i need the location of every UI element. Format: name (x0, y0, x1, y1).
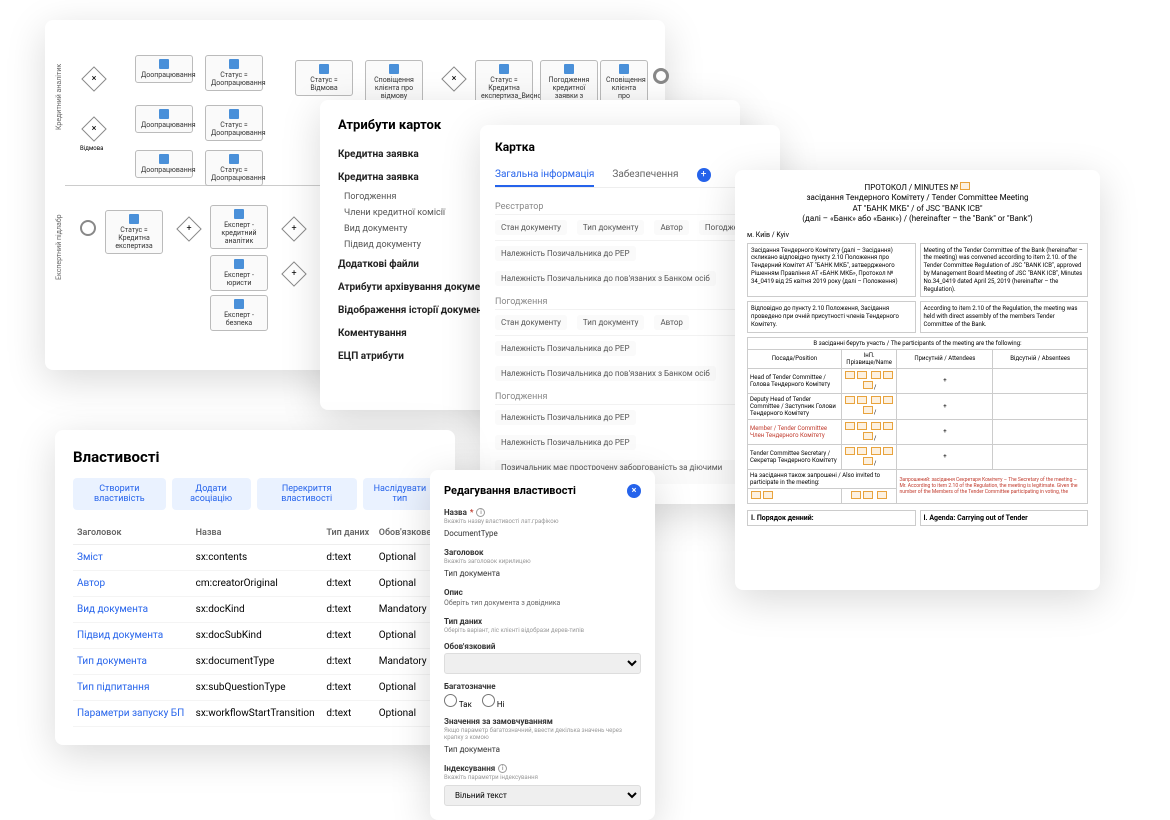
edit-property-dialog: Редагування властивості× Назва*i Вкажіть… (430, 470, 655, 820)
name-value: DocumentType (444, 527, 641, 540)
table-row: Змістsx:contentsd:textOptional (73, 545, 437, 571)
diagram-node: Статус = Доопрацювання (205, 55, 263, 91)
add-tab-button[interactable]: + (697, 168, 711, 182)
panel-title: Картка (495, 140, 765, 154)
protocol-text-en: According to item 2.10 of the Regulation… (920, 301, 1089, 332)
gateway-label: Відмова (80, 145, 103, 152)
group-label: Реєстратор (495, 196, 765, 214)
table-row: Тип документаsx:documentTyped:textMandat… (73, 649, 437, 675)
card-field[interactable]: Автор (654, 220, 688, 235)
inherit-type-button[interactable]: Наслідувати тип (363, 478, 437, 510)
radio-no[interactable] (482, 694, 495, 707)
multi-radio-group: Так Ні (444, 694, 641, 709)
table-row: Tender Committee Secretary / Секретар Те… (748, 444, 1088, 469)
participants-table: В засіданні беруть участь / The particip… (747, 337, 1088, 504)
properties-table: ЗаголовокНазваТип данихОбов'язкове Зміст… (73, 522, 437, 727)
protocol-text-ua: Засідання Тендерного Комітету (далі – За… (747, 243, 916, 298)
diagram-node: Статус = Кредитна експертиза (105, 210, 163, 254)
header-value: Тип документа (444, 567, 641, 580)
end-event (653, 68, 669, 84)
index-select[interactable]: Вільний текст (444, 785, 641, 806)
protocol-document: ПРОТОКОЛ / MINUTES № засідання Тендерног… (735, 170, 1100, 590)
info-icon: i (498, 764, 507, 773)
default-value: Тип документа (444, 743, 641, 756)
gateway: × (81, 66, 106, 91)
card-field[interactable]: Належність Позичальника до РЕР (495, 435, 636, 450)
agenda-ua: І. Порядок денний: (747, 510, 916, 526)
gateway: × (441, 66, 466, 91)
card-field[interactable]: Належність Позичальника до пов'язаних з … (495, 366, 716, 381)
card-field[interactable]: Тип документу (577, 315, 645, 330)
group-label: Погодження (495, 386, 765, 404)
card-field[interactable]: Належність Позичальника до пов'язаних з … (495, 271, 716, 286)
desc-value: Оберіть тип документа з довідника (444, 597, 641, 609)
diagram-node: Сповіщення клієнта про відмову (365, 60, 423, 104)
table-row: Параметри запуску БПsx:workflowStartTran… (73, 701, 437, 727)
diagram-node: Експерт - безпека (210, 295, 268, 331)
override-property-button[interactable]: Перекриття властивості (257, 478, 357, 510)
swimlane-label-1: Кредитний аналітик (55, 64, 63, 130)
diagram-node: Експерт - юристи (210, 255, 268, 291)
table-row: Авторcm:creatorOriginald:textOptional (73, 571, 437, 597)
table-row: Head of Tender Committee / Голова Тендер… (748, 368, 1088, 393)
card-field[interactable]: Належність Позичальника до РЕР (495, 410, 636, 425)
diagram-node: Доопрацювання (135, 105, 193, 133)
close-icon[interactable]: × (627, 484, 641, 498)
card-field[interactable]: Належність Позичальника до РЕР (495, 246, 636, 261)
diagram-node: Статус = Доопрацювання (205, 150, 263, 186)
info-icon: i (476, 508, 485, 517)
card-field[interactable]: Стан документу (495, 315, 567, 330)
table-row: Deputy Head of Tender Committee / Заступ… (748, 393, 1088, 419)
gateway: + (176, 216, 201, 241)
card-field[interactable]: Стан документу (495, 220, 567, 235)
card-field[interactable]: Тип документу (577, 220, 645, 235)
diagram-node: Доопрацювання (135, 55, 193, 83)
protocol-city: м. Київ / Kyiv (747, 231, 1088, 239)
diagram-node: Статус = Кредитна експертиза_Висновок (475, 60, 533, 104)
table-row: Підвид документаsx:docSubKindd:textOptio… (73, 623, 437, 649)
diagram-node: Експерт - кредитний аналітик (210, 205, 268, 249)
agenda-en: I. Agenda: Carrying out of Tender (920, 510, 1089, 526)
panel-title: Властивості (73, 448, 437, 466)
mandatory-select[interactable] (444, 653, 641, 674)
add-association-button[interactable]: Додати асоціацію (172, 478, 251, 510)
card-field[interactable]: Автор (654, 315, 688, 330)
swimlane-label-2: Експертний підлабр (55, 214, 63, 280)
protocol-title: ПРОТОКОЛ / MINUTES № (865, 183, 959, 192)
tab-general[interactable]: Загальна інформація (495, 164, 594, 187)
table-row: Вид документаsx:docKindd:textMandatory (73, 597, 437, 623)
start-event (80, 220, 96, 236)
gateway: × (81, 116, 106, 141)
card-field[interactable]: Належність Позичальника до РЕР (495, 341, 636, 356)
card-tabs: Загальна інформація Забезпечення + (495, 164, 765, 188)
protocol-text-en: Meeting of the Tender Committee of the B… (920, 243, 1089, 298)
table-row: Тип підпитанняsx:subQuestionTyped:textOp… (73, 675, 437, 701)
diagram-node: Статус = Відмова (295, 60, 353, 96)
gateway: + (281, 261, 306, 286)
create-property-button[interactable]: Створити властивість (73, 478, 166, 510)
radio-yes[interactable] (444, 694, 457, 707)
table-row: Member / Tender Committee Член Тендерног… (748, 419, 1088, 444)
diagram-node: Доопрацювання (135, 150, 193, 178)
gateway: + (281, 216, 306, 241)
dialog-title: Редагування властивості (444, 484, 576, 498)
properties-panel: Властивості Створити властивість Додати … (55, 430, 455, 745)
group-label: Погодження (495, 291, 765, 309)
protocol-text-ua: Відповідно до пункту 2.10 Положення, Зас… (747, 301, 916, 332)
diagram-node: Статус = Доопрацювання (205, 105, 263, 141)
tab-collateral[interactable]: Забезпечення (612, 164, 678, 187)
